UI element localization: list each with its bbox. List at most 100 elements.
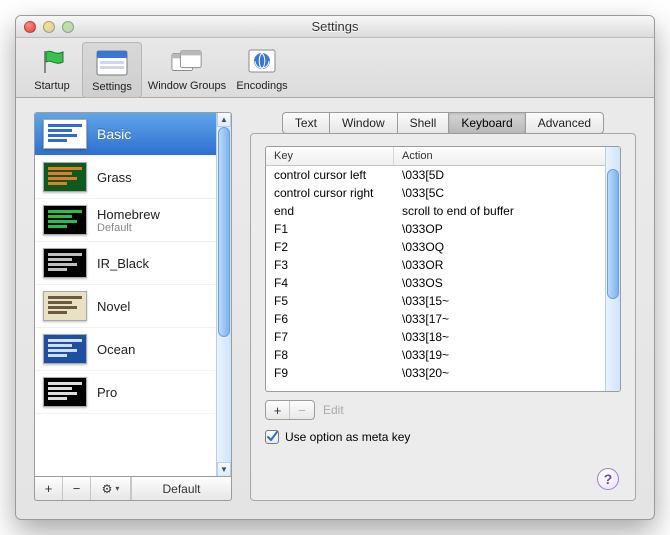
profile-actions-button[interactable]: ⚙︎▾: [91, 477, 131, 500]
tab-advanced[interactable]: Advanced: [525, 112, 604, 134]
tab-keyboard[interactable]: Keyboard: [448, 112, 525, 134]
profile-name: Grass: [97, 170, 132, 185]
close-button[interactable]: [24, 21, 36, 33]
help-button[interactable]: ?: [597, 468, 619, 490]
profile-name: IR_Black: [97, 256, 149, 271]
toolbar-settings[interactable]: Settings: [82, 42, 142, 98]
cell-action: \033OR: [402, 257, 597, 274]
table-row[interactable]: F4\033OS: [266, 274, 605, 292]
remove-key-button[interactable]: −: [290, 401, 314, 419]
cell-key: control cursor right: [274, 185, 402, 202]
profile-thumb: [43, 334, 87, 364]
scroll-down-button[interactable]: ▼: [217, 462, 231, 476]
table-scrollbar[interactable]: [605, 147, 620, 391]
windows-icon: [171, 46, 203, 78]
toolbar-settings-label: Settings: [92, 81, 132, 93]
table-row[interactable]: F8\033[19~: [266, 346, 605, 364]
toolbar-window-groups-label: Window Groups: [148, 80, 226, 92]
window-icon: [96, 47, 128, 79]
profile-name: Basic: [97, 126, 131, 142]
cell-key: F5: [274, 293, 402, 310]
option-meta-row: Use option as meta key: [265, 430, 621, 444]
edit-key-button[interactable]: Edit: [323, 403, 344, 417]
cell-key: F2: [274, 239, 402, 256]
scroll-up-button[interactable]: ▲: [217, 113, 231, 127]
table-body[interactable]: control cursor left\033[5Dcontrol cursor…: [266, 166, 605, 391]
cell-key: control cursor left: [274, 167, 402, 184]
table-row[interactable]: control cursor left\033[5D: [266, 166, 605, 184]
tab-window[interactable]: Window: [329, 112, 398, 134]
right-panel: TextWindowShellKeyboardAdvanced Key Acti…: [250, 112, 636, 501]
toolbar-window-groups[interactable]: Window Groups: [142, 42, 232, 98]
profile-thumb: [43, 291, 87, 321]
profile-ir_black[interactable]: IR_Black: [35, 242, 216, 285]
table-row[interactable]: F7\033[18~: [266, 328, 605, 346]
sidebar-bottom-bar: + − ⚙︎▾ Default: [34, 477, 232, 501]
table-row[interactable]: control cursor right\033[5C: [266, 184, 605, 202]
profile-name: Pro: [97, 385, 117, 400]
scrollbar-thumb[interactable]: [218, 127, 230, 337]
table-controls: + − Edit: [265, 400, 621, 420]
profile-ocean[interactable]: Ocean: [35, 328, 216, 371]
cell-key: end: [274, 203, 402, 220]
table-row[interactable]: F2\033OQ: [266, 238, 605, 256]
toolbar-startup[interactable]: Startup: [22, 42, 82, 98]
globe-icon: [246, 46, 278, 78]
add-key-button[interactable]: +: [266, 401, 290, 419]
cell-action: \033[15~: [402, 293, 597, 310]
profiles-list[interactable]: Basic Grass HomebrewDefault IR_Black Novel Oc…: [35, 113, 216, 476]
cell-action: \033[17~: [402, 311, 597, 328]
toolbar-startup-label: Startup: [34, 80, 69, 92]
zoom-button[interactable]: [62, 21, 74, 33]
cell-key: F7: [274, 329, 402, 346]
tabs: TextWindowShellKeyboardAdvanced: [250, 112, 636, 134]
table-row[interactable]: F3\033OR: [266, 256, 605, 274]
table-row[interactable]: endscroll to end of buffer: [266, 202, 605, 220]
add-profile-button[interactable]: +: [35, 477, 63, 500]
profile-sub: Default: [97, 222, 160, 234]
profiles-sidebar: Basic Grass HomebrewDefault IR_Black Novel Oc…: [34, 112, 232, 477]
profile-name: Homebrew: [97, 207, 160, 222]
profile-homebrew[interactable]: HomebrewDefault: [35, 199, 216, 242]
cell-key: F3: [274, 257, 402, 274]
cell-key: F6: [274, 311, 402, 328]
toolbar: Startup Settings Window Groups Encodings: [16, 38, 654, 98]
profile-novel[interactable]: Novel: [35, 285, 216, 328]
option-meta-checkbox[interactable]: [265, 430, 279, 444]
table-row[interactable]: F6\033[17~: [266, 310, 605, 328]
tab-text[interactable]: Text: [282, 112, 330, 134]
tab-shell[interactable]: Shell: [397, 112, 450, 134]
profile-pro[interactable]: Pro: [35, 371, 216, 414]
profile-basic[interactable]: Basic: [35, 113, 216, 156]
key-bindings-table: Key Action control cursor left\033[5Dcon…: [265, 146, 621, 392]
column-action[interactable]: Action: [394, 147, 605, 165]
scrollbar-thumb[interactable]: [607, 169, 619, 299]
content: BasicGrassHomebrewDefaultIR_BlackNovelOc…: [16, 98, 654, 519]
cell-action: \033[20~: [402, 365, 597, 382]
flag-icon: [36, 46, 68, 78]
cell-action: \033OQ: [402, 239, 597, 256]
option-meta-label: Use option as meta key: [285, 430, 410, 444]
profile-grass[interactable]: Grass: [35, 156, 216, 199]
profile-thumb: [43, 162, 87, 192]
titlebar[interactable]: Settings: [16, 16, 654, 38]
table-row[interactable]: F9\033[20~: [266, 364, 605, 382]
remove-profile-button[interactable]: −: [63, 477, 91, 500]
table-row[interactable]: F5\033[15~: [266, 292, 605, 310]
toolbar-encodings-label: Encodings: [236, 80, 287, 92]
profile-name: Ocean: [97, 342, 135, 357]
set-default-button[interactable]: Default: [131, 477, 231, 500]
gear-icon: ⚙︎: [102, 482, 113, 496]
keyboard-panel: Key Action control cursor left\033[5Dcon…: [250, 133, 636, 501]
sidebar-scrollbar[interactable]: ▲ ▼: [216, 113, 231, 476]
minimize-button[interactable]: [43, 21, 55, 33]
cell-action: \033[5D: [402, 167, 597, 184]
profile-name: Novel: [97, 299, 130, 314]
column-key[interactable]: Key: [266, 147, 394, 165]
table-header: Key Action: [266, 147, 605, 166]
profile-thumb: [43, 119, 87, 149]
sidebar-wrap: BasicGrassHomebrewDefaultIR_BlackNovelOc…: [34, 112, 232, 501]
table-row[interactable]: F1\033OP: [266, 220, 605, 238]
profile-thumb: [43, 377, 87, 407]
toolbar-encodings[interactable]: Encodings: [232, 42, 292, 98]
